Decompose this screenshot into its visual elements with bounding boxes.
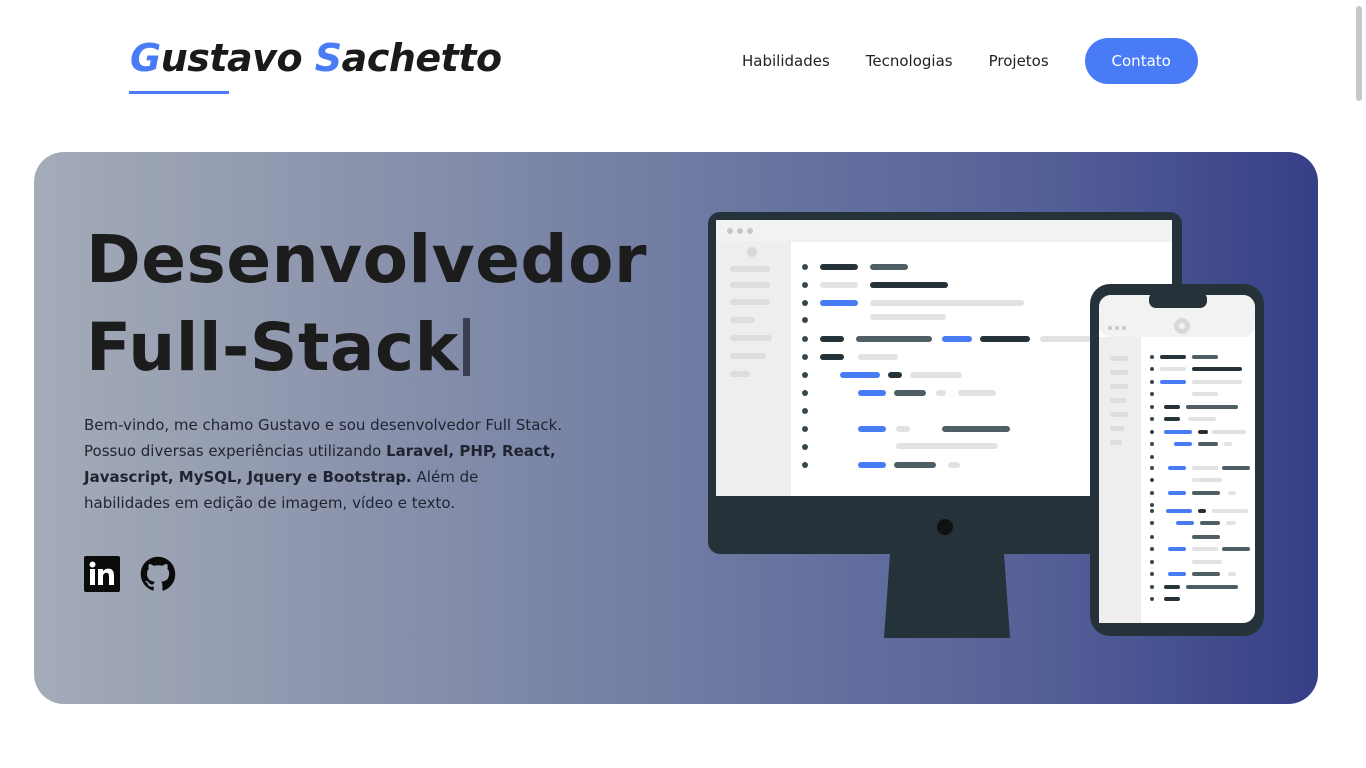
social-links	[84, 556, 176, 592]
logo-initial-first: G	[130, 36, 161, 80]
nav-link-projetos[interactable]: Projetos	[989, 52, 1049, 70]
contact-button[interactable]: Contato	[1084, 38, 1198, 84]
logo-last-name: achetto	[341, 36, 502, 80]
github-icon[interactable]	[140, 556, 176, 592]
hero-section: Desenvolvedor Full-Stack Bem-vindo, me c…	[34, 152, 1318, 704]
hero-title: Desenvolvedor Full-Stack	[86, 216, 647, 392]
hero-title-line1: Desenvolvedor	[86, 221, 647, 298]
nav-link-tecnologias[interactable]: Tecnologias	[866, 52, 953, 70]
main-nav: Habilidades Tecnologias Projetos Contato	[742, 38, 1198, 84]
hero-title-line2-wrap: Full-Stack	[86, 304, 647, 392]
linkedin-icon[interactable]	[84, 556, 120, 592]
logo-underline	[129, 91, 229, 94]
typing-cursor	[463, 318, 471, 376]
hero-title-line2: Full-Stack	[86, 309, 460, 386]
site-logo[interactable]: Gustavo Sachetto	[130, 36, 502, 80]
devices-illustration	[708, 212, 1264, 638]
nav-link-habilidades[interactable]: Habilidades	[742, 52, 830, 70]
phone-illustration	[1090, 284, 1264, 636]
logo-initial-last: S	[314, 36, 342, 80]
hero-description: Bem-vindo, me chamo Gustavo e sou desenv…	[84, 412, 564, 516]
logo-first-name: ustavo	[160, 36, 315, 80]
site-header: Gustavo Sachetto Habilidades Tecnologias…	[0, 0, 1366, 120]
page-scrollbar-thumb[interactable]	[1356, 6, 1362, 101]
